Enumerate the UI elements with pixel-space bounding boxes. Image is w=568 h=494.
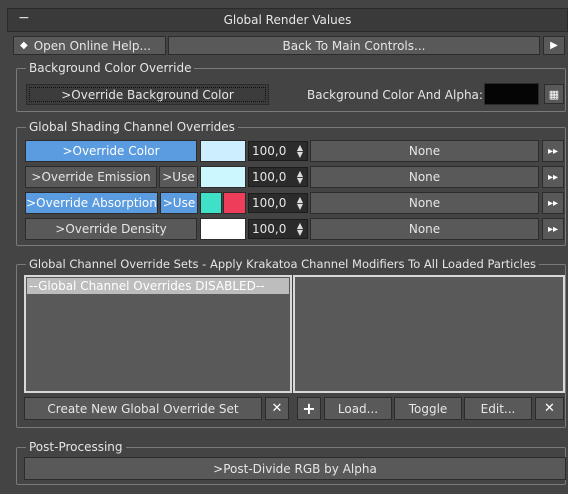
back-to-main-controls-label: Back To Main Controls... [282, 38, 426, 53]
density-amount-value: 100,0 [252, 222, 287, 236]
override-color-label: >Override Color [62, 144, 160, 158]
override-emission-button[interactable]: >Override Emission [25, 166, 157, 188]
spinner-arrows-icon[interactable]: ▲ ▼ [294, 170, 306, 185]
absorption-map-button[interactable]: None [310, 192, 539, 214]
open-online-help-label: Open Online Help... [33, 38, 151, 53]
override-density-button[interactable]: >Override Density [25, 218, 197, 240]
absorption-use-button[interactable]: >Use [160, 192, 198, 214]
shading-overrides-label: Global Shading Channel Overrides [26, 120, 238, 134]
add-modifier-icon[interactable]: + [297, 397, 321, 420]
post-divide-rgb-button[interactable]: >Post-Divide RGB by Alpha [24, 457, 566, 480]
emission-swatch[interactable] [200, 166, 246, 188]
rollout-header[interactable]: − Global Render Values [7, 8, 568, 32]
override-background-color-label: >Override Background Color [61, 87, 234, 102]
absorption-amount-value: 100,0 [252, 196, 287, 210]
delete-set-icon[interactable]: ✕ [265, 397, 289, 420]
emission-map-label: None [408, 170, 441, 184]
expand-arrow-icon[interactable]: ▸▸ [542, 192, 564, 214]
expand-arrow-icon[interactable]: ▸▸ [542, 140, 564, 162]
emission-amount-value: 100,0 [252, 170, 287, 184]
create-override-set-button[interactable]: Create New Global Override Set [24, 397, 262, 420]
open-online-help-button[interactable]: ◆ Open Online Help... [13, 36, 166, 55]
expand-arrow-icon[interactable]: ▸▸ [542, 218, 564, 240]
override-absorption-button[interactable]: >Override Absorption [25, 192, 158, 214]
spinner-arrows-icon[interactable]: ▲ ▼ [294, 144, 306, 159]
override-sets-label: Global Channel Override Sets - Apply Kra… [26, 257, 539, 271]
emission-use-label: >Use [162, 170, 195, 184]
spinner-arrows-icon[interactable]: ▲ ▼ [294, 222, 306, 237]
background-color-alpha-label: Background Color And Alpha: [307, 88, 483, 102]
density-swatch[interactable] [200, 218, 246, 240]
load-button[interactable]: Load... [324, 397, 392, 420]
override-density-label: >Override Density [55, 222, 167, 236]
list-item[interactable]: --Global Channel Overrides DISABLED-- [27, 278, 289, 294]
next-page-icon[interactable]: ▶ [543, 36, 565, 55]
override-color-button[interactable]: >Override Color [25, 140, 197, 162]
remove-modifier-icon[interactable]: ✕ [535, 397, 564, 420]
load-label: Load... [337, 401, 379, 416]
post-processing-label: Post-Processing [26, 440, 126, 454]
toggle-label: Toggle [408, 401, 448, 416]
global-override-list[interactable]: --Global Channel Overrides DISABLED-- [24, 275, 292, 393]
absorption-swatch-b[interactable] [223, 192, 246, 214]
override-absorption-label: >Override Absorption [26, 196, 157, 210]
color-map-label: None [408, 144, 441, 158]
density-map-label: None [408, 222, 441, 236]
back-to-main-controls-button[interactable]: Back To Main Controls... [168, 36, 540, 55]
color-map-button[interactable]: None [310, 140, 539, 162]
post-divide-rgb-label: >Post-Divide RGB by Alpha [213, 461, 377, 476]
absorption-map-label: None [408, 196, 441, 210]
override-background-color-button[interactable]: >Override Background Color [26, 84, 269, 105]
edit-label: Edit... [480, 401, 516, 416]
color-picker-icon[interactable]: ▦ [544, 84, 564, 104]
color-swatch[interactable] [200, 140, 246, 162]
emission-map-button[interactable]: None [310, 166, 539, 188]
create-override-set-label: Create New Global Override Set [47, 401, 239, 416]
spinner-arrows-icon[interactable]: ▲ ▼ [294, 196, 306, 211]
override-emission-label: >Override Emission [31, 170, 151, 184]
density-map-button[interactable]: None [310, 218, 539, 240]
background-color-override-label: Background Color Override [26, 61, 195, 75]
diamond-arrows-icon: ◆ [20, 40, 28, 51]
color-amount-value: 100,0 [252, 144, 287, 158]
loaded-modifiers-list[interactable] [293, 275, 565, 393]
toggle-button[interactable]: Toggle [394, 397, 462, 420]
emission-use-button[interactable]: >Use [159, 166, 198, 188]
expand-arrow-icon[interactable]: ▸▸ [542, 166, 564, 188]
edit-button[interactable]: Edit... [464, 397, 532, 420]
rollout-title: Global Render Values [223, 13, 352, 27]
absorption-use-label: >Use [162, 196, 196, 210]
background-color-swatch[interactable] [484, 83, 539, 105]
absorption-swatch-a[interactable] [200, 192, 222, 214]
